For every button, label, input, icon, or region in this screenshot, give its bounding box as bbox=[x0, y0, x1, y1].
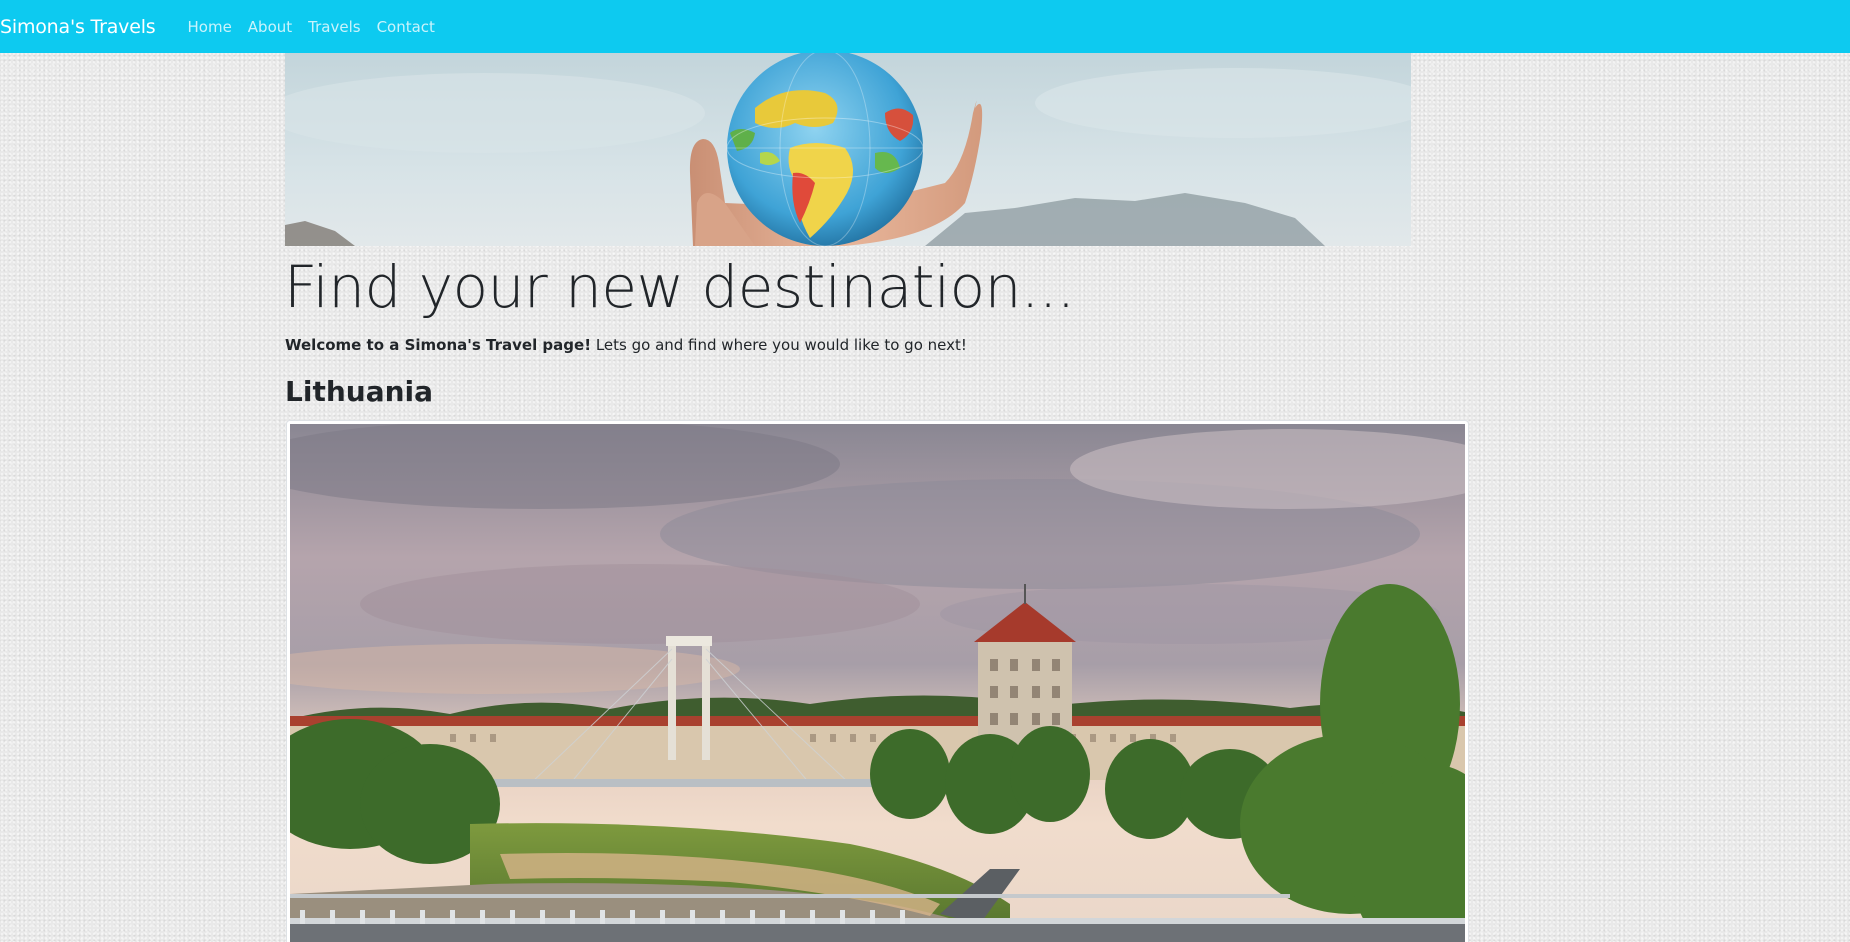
welcome-lead: Welcome to a Simona's Travel page! Lets … bbox=[285, 334, 967, 356]
nav-link-travels[interactable]: Travels bbox=[300, 18, 368, 36]
nav-link-contact[interactable]: Contact bbox=[369, 18, 443, 36]
page-title: Find your new destination... bbox=[284, 253, 1075, 321]
brand-link[interactable]: Simona's Travels bbox=[0, 16, 156, 38]
section-title-lithuania: Lithuania bbox=[285, 375, 434, 408]
nav-links: Home About Travels Contact bbox=[180, 18, 443, 36]
nav-link-about[interactable]: About bbox=[240, 18, 300, 36]
top-navbar: Simona's Travels Home About Travels Cont… bbox=[0, 0, 1850, 53]
lithuania-photo-card bbox=[286, 420, 1469, 942]
welcome-rest: Lets go and find where you would like to… bbox=[591, 336, 967, 354]
globe-in-hand-image bbox=[285, 53, 1411, 246]
nav-link-home[interactable]: Home bbox=[180, 18, 240, 36]
hero-banner-image bbox=[285, 53, 1411, 246]
kaunas-cityscape-image bbox=[290, 424, 1465, 942]
welcome-bold: Welcome to a Simona's Travel page! bbox=[285, 336, 592, 354]
